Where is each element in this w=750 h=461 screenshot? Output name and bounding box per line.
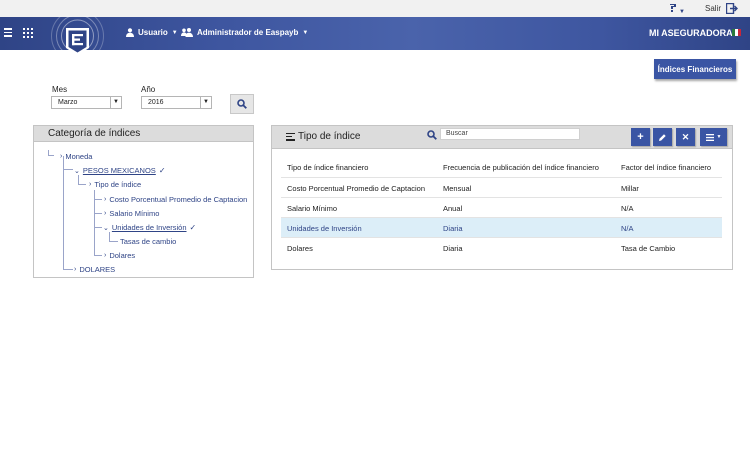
logout-link[interactable]: Salir (705, 4, 721, 13)
mes-select[interactable]: Marzo ▼ (51, 96, 122, 109)
chevron-down-icon: ▼ (716, 134, 722, 140)
table-cell: N/A (621, 204, 634, 213)
column-header[interactable]: Tipo de índice financiero (287, 163, 368, 172)
chevron-right-icon[interactable]: › (104, 210, 106, 217)
list-icon (286, 132, 295, 141)
search-icon (427, 130, 437, 140)
check-icon: ✓ (189, 223, 197, 232)
table-cell: Diaria (443, 244, 463, 253)
category-tree: › Moneda ⌄ PESOS MEXICANOS ✓ › Tipo de í… (34, 142, 253, 277)
table-cell: Millar (621, 184, 639, 193)
grid-icon[interactable] (23, 28, 33, 38)
chevron-down-icon: ▼ (679, 9, 685, 15)
categoria-panel-title: Categoría de índices (34, 126, 253, 142)
table-row[interactable]: Salario Mínimo Anual N/A (281, 198, 722, 218)
anio-select[interactable]: 2016 ▼ (141, 96, 212, 109)
tree-node-label: Tipo de índice (94, 180, 142, 189)
help-icon (670, 4, 676, 12)
anio-label: Año (141, 85, 156, 94)
check-icon: ✓ (158, 166, 166, 175)
table-cell: Salario Mínimo (287, 204, 338, 213)
table-cell: Unidades de Inversión (287, 224, 362, 233)
group-icon (181, 28, 193, 37)
tree-node-label: PESOS MEXICANOS (82, 166, 156, 175)
chevron-right-icon[interactable]: › (60, 153, 62, 160)
user-icon (126, 28, 134, 37)
chevron-right-icon[interactable]: › (104, 196, 106, 203)
chevron-down-icon: ▼ (171, 29, 178, 36)
exit-icon[interactable] (726, 3, 738, 14)
indices-financieros-button[interactable]: Índices Financieros (654, 59, 736, 79)
admin-label: Administrador de Easpayb (197, 28, 299, 37)
tree-node-costo-porcentual[interactable]: › Costo Porcentual Promedio de Captacion (104, 195, 247, 204)
mes-label: Mes (52, 85, 68, 94)
user-menu[interactable]: Usuario ▼ (126, 28, 178, 37)
search-button[interactable] (230, 94, 254, 114)
tree-node-unidades-de-inversion[interactable]: ⌄ Unidades de Inversión ✓ (103, 223, 196, 232)
chevron-down-icon: ▼ (200, 97, 211, 108)
tree-node-label: Dolares (109, 251, 136, 260)
chevron-down-icon[interactable]: ⌄ (103, 224, 109, 232)
tipo-indice-title: Tipo de índice (286, 131, 360, 142)
chevron-right-icon[interactable]: › (89, 181, 91, 188)
mexico-flag-icon (732, 29, 741, 36)
delete-button[interactable]: ✕ (676, 128, 695, 146)
tree-node-dolares[interactable]: › DOLARES (74, 265, 115, 274)
tipo-indice-panel: Tipo de índice Buscar + ✕ ▼ Tipo de índi… (271, 125, 733, 270)
pencil-icon (659, 133, 666, 141)
tree-node-label: Unidades de Inversión (111, 223, 187, 232)
chevron-right-icon[interactable]: › (74, 266, 76, 273)
table-cell: Mensual (443, 184, 472, 193)
tipo-indice-panel-header: Tipo de índice Buscar + ✕ ▼ (272, 126, 732, 149)
column-header[interactable]: Factor del índice financiero (621, 163, 711, 172)
table-row[interactable]: Dolares Diaria Tasa de Cambio (281, 238, 722, 258)
table-header-row: Tipo de índice financiero Frecuencia de … (281, 157, 722, 178)
tree-node-dolares-indice[interactable]: › Dolares (104, 251, 135, 260)
company-name: MI ASEGURADORA (649, 28, 733, 38)
table-cell: Tasa de Cambio (621, 244, 676, 253)
admin-menu[interactable]: Administrador de Easpayb ▼ (181, 28, 308, 37)
tree-node-label: DOLARES (79, 265, 116, 274)
tree-node-moneda[interactable]: › Moneda (60, 152, 92, 161)
help-menu[interactable]: ▼ (668, 3, 686, 15)
panel-title-text: Tipo de índice (298, 131, 361, 142)
add-button[interactable]: + (631, 128, 650, 146)
app-header: Usuario ▼ Administrador de Easpayb ▼ MI … (0, 16, 750, 63)
chevron-down-icon: ▼ (110, 97, 121, 108)
search-icon (237, 99, 247, 109)
table-row[interactable]: Costo Porcentual Promedio de Captacion M… (281, 178, 722, 198)
top-utility-bar: ▼ Salir (0, 0, 750, 17)
tree-node-label: Tasas de cambio (120, 237, 177, 246)
table-cell: Costo Porcentual Promedio de Captacion (287, 184, 425, 193)
tree-node-tasas-de-cambio[interactable]: Tasas de cambio (120, 237, 176, 246)
tree-node-salario-minimo[interactable]: › Salario Mínimo (104, 209, 159, 218)
table-cell: Diaria (443, 224, 463, 233)
list-icon (705, 133, 714, 141)
search-input[interactable]: Buscar (440, 128, 580, 140)
chevron-right-icon[interactable]: › (104, 252, 106, 259)
app-logo[interactable] (48, 16, 107, 68)
tree-node-tipo-de-indice[interactable]: › Tipo de índice (89, 180, 141, 189)
indices-table: Tipo de índice financiero Frecuencia de … (281, 157, 722, 258)
chevron-down-icon[interactable]: ⌄ (74, 167, 80, 175)
user-label: Usuario (138, 28, 168, 37)
table-cell: N/A (621, 224, 634, 233)
edit-button[interactable] (653, 128, 672, 146)
tree-node-label: Salario Mínimo (109, 209, 160, 218)
chevron-down-icon: ▼ (302, 29, 309, 36)
tree-node-label: Moneda (65, 152, 93, 161)
table-row-selected[interactable]: Unidades de Inversión Diaria N/A (281, 218, 722, 238)
table-cell: Anual (443, 204, 463, 213)
mes-value: Marzo (58, 99, 78, 106)
tree-node-label: Costo Porcentual Promedio de Captacion (109, 195, 248, 204)
options-menu-button[interactable]: ▼ (700, 128, 727, 146)
table-cell: Dolares (287, 244, 313, 253)
tree-node-pesos-mexicanos[interactable]: ⌄ PESOS MEXICANOS ✓ (74, 166, 166, 175)
hamburger-icon[interactable] (4, 28, 12, 37)
column-header[interactable]: Frecuencia de publicación del índice fin… (443, 163, 599, 172)
categoria-panel: Categoría de índices › Moneda ⌄ PESOS ME… (33, 125, 254, 278)
anio-value: 2016 (148, 99, 164, 106)
